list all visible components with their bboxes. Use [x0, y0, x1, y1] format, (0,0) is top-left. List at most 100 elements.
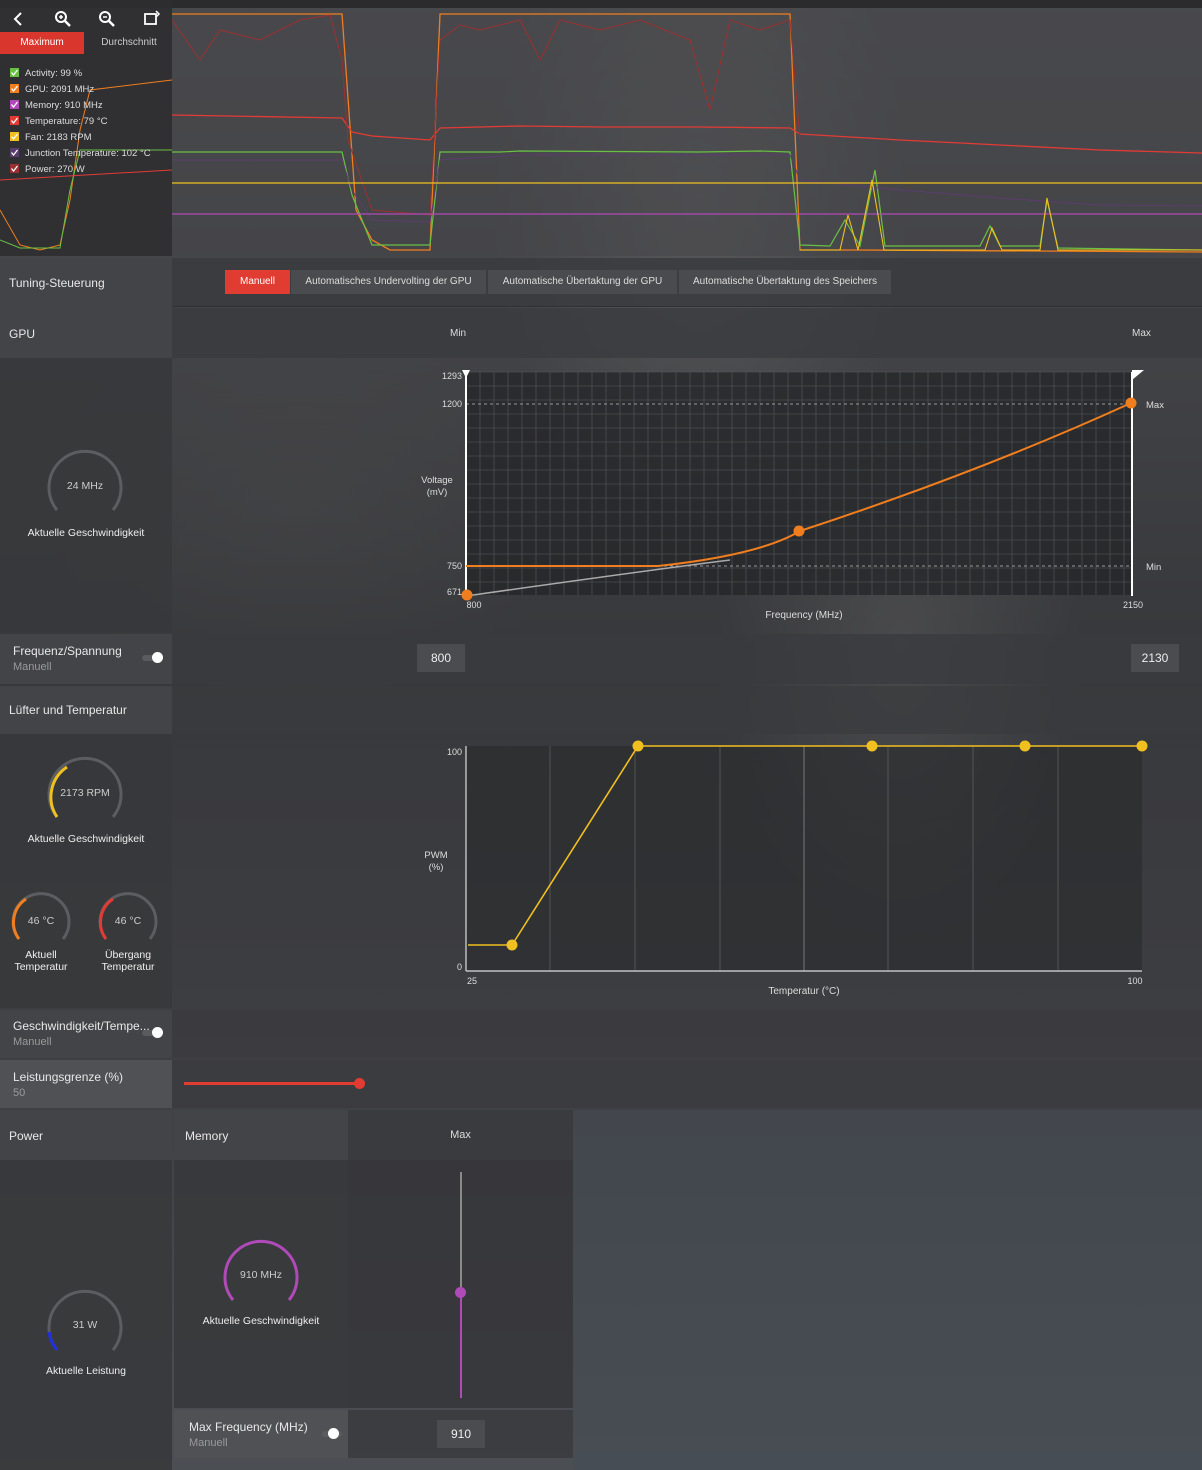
memory-max-header: Max [348, 1110, 573, 1160]
vf-xlabel: Frequency (MHz) [765, 610, 842, 621]
metrics-graph [0, 0, 1202, 256]
fan-point-4 [1019, 740, 1031, 752]
fan-point-3 [866, 740, 878, 752]
legend-label: GPU: 2091 MHz [25, 84, 95, 95]
power-label-cell: Power [0, 1110, 172, 1160]
tab-auto-oc-memory[interactable]: Automatische Übertaktung des Speichers [679, 270, 891, 294]
freq-voltage-mode: Manuell [13, 661, 52, 673]
tuning-label: Tuning-Steuerung [9, 276, 105, 290]
reset-zoom-button[interactable] [140, 8, 162, 30]
fan-section-title: Lüfter und Temperatur [9, 703, 127, 717]
fan-ytick-100: 100 [447, 747, 462, 757]
speed-temp-toggle[interactable] [152, 1027, 163, 1038]
memory-slider-track[interactable] [460, 1172, 462, 1292]
freq-values-bar [172, 634, 1202, 684]
legend-checkbox-icon[interactable] [10, 116, 19, 125]
power-limit-slider-track[interactable] [184, 1082, 360, 1085]
power-limit-value: 50 [13, 1087, 26, 1099]
power-limit-slider-thumb[interactable] [354, 1078, 365, 1089]
current-temp-caption: Aktuell Temperatur [14, 949, 68, 973]
legend-label: Fan: 2183 RPM [25, 132, 92, 143]
power-gauge-panel: 31 W Aktuelle Leistung [0, 1160, 172, 1470]
gpu-vf-chart[interactable]: 1293 1200 750 671 800 2150 Voltage (mV) … [400, 360, 1202, 632]
memory-section-title: Memory [185, 1129, 229, 1143]
reset-zoom-icon [144, 10, 161, 25]
memory-gauge-value: 910 MHz [239, 1269, 282, 1281]
vf-ytick-1200: 1200 [442, 399, 462, 409]
legend-item[interactable]: GPU: 2091 MHz [10, 84, 94, 98]
vf-ytick-671: 671 [447, 587, 462, 597]
legend-checkbox-icon[interactable] [10, 100, 19, 109]
fan-header-bar [172, 686, 1202, 734]
junction-temp-caption: Übergang Temperatur [101, 949, 155, 973]
zoom-in-button[interactable] [52, 8, 74, 30]
legend-checkbox-icon[interactable] [10, 84, 19, 93]
legend-item[interactable]: Junction Temperature: 102 °C [10, 148, 151, 162]
gpu-min-label: Min [450, 328, 467, 339]
freq-voltage-label: Frequenz/Spannung [13, 644, 122, 658]
vf-ytick-750: 750 [447, 561, 462, 571]
zoom-out-icon [99, 11, 115, 27]
legend-checkbox-icon[interactable] [10, 68, 19, 77]
fan-point-1 [506, 939, 518, 951]
tuning-label-cell: Tuning-Steuerung [0, 258, 172, 306]
memory-freq-input[interactable]: 910 [437, 1420, 485, 1448]
legend-label: Activity: 99 % [25, 68, 83, 79]
gpu-section-title: GPU [9, 327, 36, 341]
fan-ylabel-line1: PWM [424, 850, 447, 861]
speed-temp-bar [172, 1010, 1202, 1058]
current-temp-value: 46 °C [27, 915, 55, 927]
vf-ylabel-line2: (mV) [427, 487, 448, 498]
fan-gauge-panel: 2173 RPM Aktuelle Geschwindigkeit 46 °C … [0, 734, 172, 1008]
gpu-max-freq-input[interactable]: 2130 [1131, 644, 1179, 672]
memory-gauge-caption: Aktuelle Geschwindigkeit [202, 1315, 320, 1327]
power-limit-label: Leistungsgrenze (%) [13, 1070, 124, 1084]
tab-maximum[interactable]: Maximum [0, 32, 84, 54]
freq-voltage-toggle[interactable] [152, 652, 163, 663]
legend-item[interactable]: Temperature: 79 °C [10, 116, 107, 130]
zoom-out-button[interactable] [96, 8, 118, 30]
junction-temp-value: 46 °C [114, 915, 142, 927]
legend-label: Junction Temperature: 102 °C [25, 148, 151, 159]
vf-point-min [461, 589, 473, 601]
power-section-title: Power [9, 1129, 44, 1143]
power-gauge-value: 31 W [72, 1319, 98, 1331]
fan-curve-chart[interactable]: 100 0 25 100 PWM (%) Temperatur (°C) [400, 736, 1202, 1006]
legend-item[interactable]: Memory: 910 MHz [10, 100, 103, 114]
legend-checkbox-icon[interactable] [10, 164, 19, 173]
freq-voltage-cell: Frequenz/Spannung Manuell [0, 634, 172, 684]
gpu-gauge-panel: 24 MHz Aktuelle Geschwindigkeit [0, 358, 172, 632]
back-button[interactable] [8, 8, 30, 30]
gpu-header-bar: Min Max [172, 308, 1202, 358]
memory-freq-toggle[interactable] [328, 1428, 339, 1439]
fan-label-cell: Lüfter und Temperatur [0, 686, 172, 734]
fan-point-5 [1136, 740, 1148, 752]
tab-auto-oc-gpu[interactable]: Automatische Übertaktung der GPU [488, 270, 677, 294]
memory-slider-panel [348, 1160, 573, 1408]
legend-item[interactable]: Fan: 2183 RPM [10, 132, 92, 146]
tab-auto-undervolt[interactable]: Automatisches Undervolting der GPU [291, 270, 486, 294]
gpu-min-freq-input[interactable]: 800 [417, 644, 465, 672]
power-limit-cell: Leistungsgrenze (%) 50 [0, 1060, 172, 1108]
legend-checkbox-icon[interactable] [10, 148, 19, 157]
vf-point-mid [793, 525, 805, 537]
fan-gauge-caption: Aktuelle Geschwindigkeit [27, 833, 145, 845]
tab-manuell[interactable]: Manuell [225, 270, 290, 294]
vf-plot-area [466, 372, 1132, 595]
legend-label: Temperature: 79 °C [25, 116, 108, 127]
zoom-in-icon [55, 11, 71, 27]
legend-item[interactable]: Activity: 99 % [10, 68, 82, 82]
legend-label: Memory: 910 MHz [25, 100, 103, 111]
memory-freq-mode: Manuell [189, 1437, 228, 1449]
vf-max-marker: Max [1146, 400, 1164, 411]
empty-area [573, 1110, 1202, 1470]
speed-temp-cell: Geschwindigkeit/Tempe... Manuell [0, 1010, 172, 1058]
memory-slider-thumb[interactable] [455, 1287, 466, 1298]
legend-item[interactable]: Power: 270 W [10, 164, 85, 178]
vf-xtick-800: 800 [466, 600, 481, 610]
legend-checkbox-icon[interactable] [10, 132, 19, 141]
tab-durchschnitt[interactable]: Durchschnitt [86, 32, 172, 54]
memory-freq-label: Max Frequency (MHz) [189, 1420, 308, 1434]
gpu-gauge-caption: Aktuelle Geschwindigkeit [27, 527, 145, 539]
speed-temp-mode: Manuell [13, 1036, 52, 1048]
